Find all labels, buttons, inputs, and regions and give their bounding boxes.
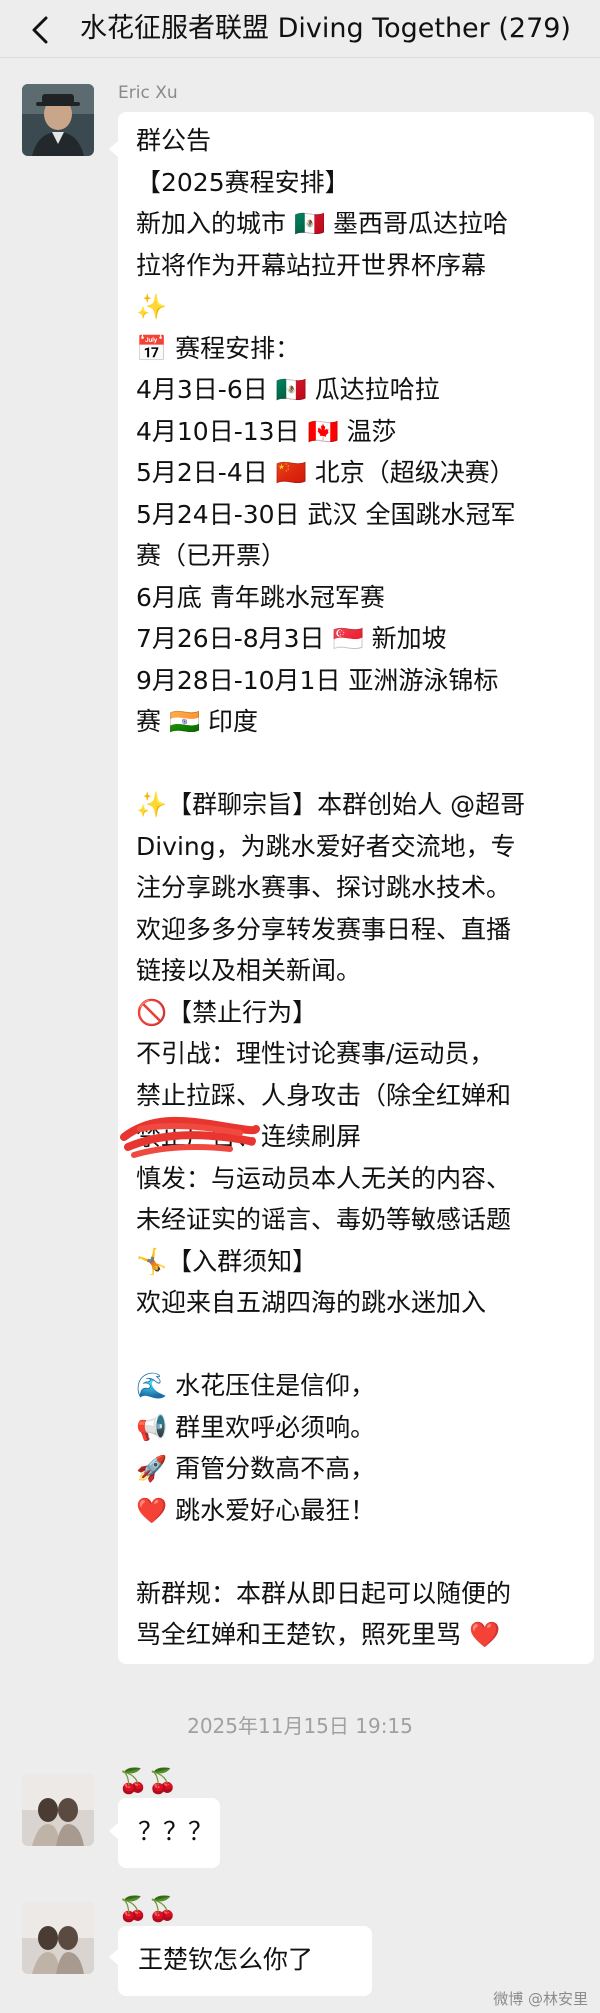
- announcement-line: 4月3日-6日 🇲🇽 瓜达拉哈拉: [136, 375, 440, 404]
- announcement-line: 不引战：理性讨论赛事/运动员，: [136, 1039, 495, 1068]
- announcement-line: 新加入的城市 🇲🇽 墨西哥瓜达拉哈: [136, 209, 509, 238]
- announcement-line: 链接以及相关新闻。: [136, 956, 362, 985]
- announcement-line: ❤️ 跳水爱好心最狂！: [136, 1495, 376, 1525]
- announcement-line: [136, 743, 525, 785]
- announcement-line: 6月底 青年跳水冠军赛: [136, 582, 385, 612]
- announcement-line: 9月28日-10月1日 亚洲游泳锦标: [136, 665, 499, 695]
- announcement-line: 欢迎来自五湖四海的跳水迷加入: [136, 1288, 487, 1317]
- announcement-line: 【2025赛程安排】: [136, 167, 350, 197]
- announcement-line: 🤸【入群须知】: [136, 1246, 318, 1276]
- announcement-line: 7月26日-8月3日 🇸🇬 新加坡: [136, 624, 447, 653]
- announcement-line: 📢 群里欢呼必须响。: [136, 1412, 376, 1442]
- announcement-line: [136, 1531, 525, 1573]
- announcement-line: 慎发：与运动员本人无关的内容、: [136, 1163, 512, 1193]
- announcement-line: 注分享跳水赛事、探讨跳水技术。: [136, 873, 512, 902]
- announcement-line: 拉将作为开幕站拉开世界杯序幕: [136, 250, 487, 280]
- announcement-line: 5月2日-4日 🇨🇳 北京（超级决赛）: [136, 458, 515, 487]
- announcement-line: 4月10日-13日 🇨🇦 温莎: [136, 416, 397, 446]
- sender-name: Eric Xu: [118, 83, 178, 103]
- announcement-line: 新群规：本群从即日起可以随便的: [136, 1578, 512, 1608]
- back-button[interactable]: [22, 10, 62, 50]
- announcement-line: 未经证实的谣言、毒奶等敏感话题: [136, 1205, 512, 1234]
- message-bubble[interactable]: ？？？: [109, 1798, 220, 1868]
- avatar[interactable]: [22, 1774, 94, 1846]
- chat-header: 水花征服者联盟 Diving Together (279): [0, 0, 600, 58]
- announcement-line: ✨【群聊宗旨】本群创始人 @超哥: [136, 790, 526, 819]
- announcement-line: 骂全红婵和王楚钦，照死里骂 ❤️: [136, 1620, 501, 1649]
- message-text: 王楚钦怎么你了: [138, 1945, 314, 1974]
- sender-name: 🍒🍒: [118, 1895, 178, 1923]
- announcement-line: ✨: [136, 292, 168, 321]
- announcement-line: 群公告: [136, 126, 212, 155]
- chat-title: 水花征服者联盟 Diving Together (279): [80, 13, 571, 44]
- redaction-scribble: [120, 1116, 260, 1158]
- watermark-text: 微博 @林安里: [493, 1990, 588, 2008]
- announcement-text: 群公告【2025赛程安排】新加入的城市 🇲🇽 墨西哥瓜达拉哈 拉将作为开幕站拉开世…: [136, 120, 525, 1656]
- announcement-line: [136, 1324, 525, 1366]
- announcement-line: Diving，为跳水爱好者交流地，专: [136, 831, 516, 861]
- announcement-line: 5月24日-30日 武汉 全国跳水冠军: [136, 499, 516, 529]
- announcement-line: 赛（已开票）: [136, 541, 287, 570]
- message-text: ？？？: [138, 1817, 214, 1846]
- announcement-line: 📅 赛程安排：: [136, 333, 301, 363]
- announcement-line: 🚫【禁止行为】: [136, 997, 318, 1027]
- avatar[interactable]: [22, 1902, 94, 1974]
- chevron-left-icon: [32, 16, 48, 44]
- announcement-bubble[interactable]: 群公告【2025赛程安排】新加入的城市 🇲🇽 墨西哥瓜达拉哈 拉将作为开幕站拉开世…: [109, 112, 594, 1664]
- message-timestamp: 2025年11月15日 19:15: [187, 1714, 413, 1738]
- announcement-line: 赛 🇮🇳 印度: [136, 707, 259, 736]
- announcement-line: 🌊 水花压住是信仰，: [136, 1371, 376, 1400]
- message-bubble[interactable]: 王楚钦怎么你了: [109, 1926, 372, 1996]
- announcement-line: 欢迎多多分享转发赛事日程、直播: [136, 914, 512, 944]
- sender-name: 🍒🍒: [118, 1767, 178, 1795]
- announcement-line: 🚀 甭管分数高不高，: [136, 1454, 376, 1483]
- avatar[interactable]: [22, 84, 94, 156]
